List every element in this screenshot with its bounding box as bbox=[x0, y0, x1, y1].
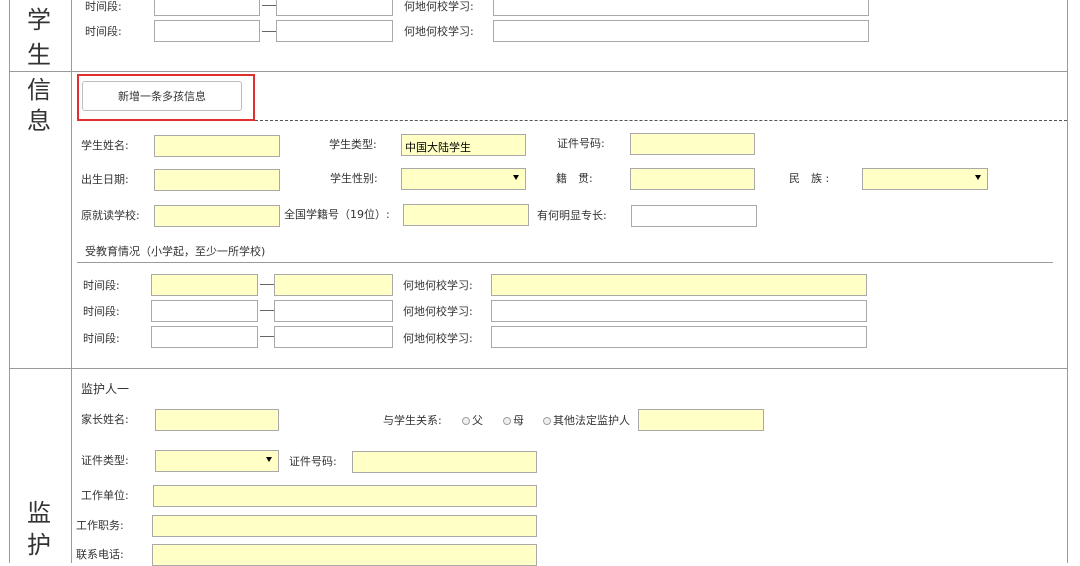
row-divider-guardian bbox=[9, 368, 1068, 369]
where-input[interactable] bbox=[491, 300, 867, 322]
talent-input[interactable] bbox=[631, 205, 757, 227]
period-end-input[interactable] bbox=[276, 20, 393, 42]
period-start-input[interactable] bbox=[151, 326, 258, 348]
section-label-char: 学 bbox=[27, 6, 51, 34]
column-divider bbox=[71, 0, 72, 563]
relation-father-label: 父 bbox=[472, 414, 483, 427]
period-dash bbox=[262, 31, 276, 32]
employer-input[interactable] bbox=[153, 485, 537, 507]
position-label: 工作职务: bbox=[76, 519, 124, 532]
period-dash bbox=[260, 284, 274, 285]
birth-date-label: 出生日期: bbox=[81, 173, 129, 186]
section-label-char: 息 bbox=[27, 107, 51, 135]
native-place-input[interactable] bbox=[630, 168, 755, 190]
period-dash bbox=[260, 310, 274, 311]
student-type-label: 学生类型: bbox=[329, 138, 377, 151]
highlight-frame bbox=[77, 74, 255, 121]
student-gender-select[interactable] bbox=[401, 168, 526, 190]
doc-number-label: 证件号码: bbox=[289, 455, 337, 468]
relation-mother-radio[interactable] bbox=[503, 417, 511, 425]
period-dash bbox=[260, 336, 274, 337]
chevron-down-icon bbox=[513, 175, 519, 180]
row-divider-top bbox=[9, 71, 1068, 72]
national-student-id-input[interactable] bbox=[403, 204, 529, 226]
period-start-input[interactable] bbox=[151, 274, 258, 296]
student-name-input[interactable] bbox=[154, 135, 280, 157]
where-label: 何地何校学习: bbox=[404, 0, 474, 13]
where-label: 何地何校学习: bbox=[404, 25, 474, 38]
section-label-char: 信 bbox=[27, 76, 51, 104]
where-input[interactable] bbox=[493, 20, 869, 42]
doc-type-select[interactable] bbox=[155, 450, 279, 472]
period-label: 时间段: bbox=[85, 25, 122, 38]
section-label-char: 生 bbox=[27, 41, 51, 69]
where-label: 何地何校学习: bbox=[403, 305, 473, 318]
former-school-label: 原就读学校: bbox=[81, 209, 140, 222]
period-label: 时间段: bbox=[85, 0, 122, 13]
right-border bbox=[1067, 0, 1068, 563]
period-end-input[interactable] bbox=[274, 326, 393, 348]
chevron-down-icon bbox=[975, 175, 981, 180]
period-end-input[interactable] bbox=[274, 300, 393, 322]
parent-name-label: 家长姓名: bbox=[81, 413, 129, 426]
student-name-label: 学生姓名: bbox=[81, 139, 129, 152]
position-input[interactable] bbox=[152, 515, 537, 537]
id-number-label: 证件号码: bbox=[557, 137, 605, 150]
dashed-separator bbox=[255, 120, 1067, 121]
relation-other-radio[interactable] bbox=[543, 417, 551, 425]
national-student-id-label: 全国学籍号（19位）: bbox=[284, 208, 390, 221]
where-input[interactable] bbox=[493, 0, 869, 16]
period-end-input[interactable] bbox=[274, 274, 393, 296]
other-guardian-input[interactable] bbox=[638, 409, 764, 431]
relation-other-label: 其他法定监护人 bbox=[553, 414, 630, 427]
student-type-select[interactable]: 中国大陆学生 bbox=[401, 134, 526, 156]
where-label: 何地何校学习: bbox=[403, 279, 473, 292]
employer-label: 工作单位: bbox=[81, 489, 129, 502]
period-start-input[interactable] bbox=[151, 300, 258, 322]
chevron-down-icon bbox=[266, 457, 272, 462]
period-start-input[interactable] bbox=[154, 20, 260, 42]
relation-father-radio[interactable] bbox=[462, 417, 470, 425]
phone-label: 联系电话: bbox=[76, 548, 124, 561]
education-divider bbox=[77, 262, 1053, 263]
student-gender-label: 学生性别: bbox=[330, 172, 378, 185]
education-title: 受教育情况（小学起，至少一所学校) bbox=[85, 245, 266, 258]
period-dash bbox=[262, 5, 276, 6]
birth-date-input[interactable] bbox=[154, 169, 280, 191]
period-label: 时间段: bbox=[83, 332, 120, 345]
former-school-input[interactable] bbox=[154, 205, 280, 227]
id-number-input[interactable] bbox=[630, 133, 755, 155]
guardian-title: 监护人一 bbox=[81, 382, 130, 396]
doc-type-label: 证件类型: bbox=[81, 454, 129, 467]
left-border bbox=[9, 0, 10, 563]
talent-label: 有何明显专长: bbox=[537, 209, 607, 222]
section-label-char: 护 bbox=[27, 531, 51, 559]
student-type-value: 中国大陆学生 bbox=[405, 141, 471, 154]
where-label: 何地何校学习: bbox=[403, 332, 473, 345]
where-input[interactable] bbox=[491, 326, 867, 348]
native-place-label: 籍 贯: bbox=[556, 172, 593, 185]
relation-mother-label: 母 bbox=[513, 414, 524, 427]
relation-label: 与学生关系: bbox=[383, 414, 442, 427]
doc-number-input[interactable] bbox=[352, 451, 537, 473]
where-input[interactable] bbox=[491, 274, 867, 296]
section-label-char: 监 bbox=[27, 499, 51, 527]
period-label: 时间段: bbox=[83, 305, 120, 318]
period-start-input[interactable] bbox=[154, 0, 260, 16]
period-label: 时间段: bbox=[83, 279, 120, 292]
ethnicity-select[interactable] bbox=[862, 168, 988, 190]
ethnicity-label: 民 族 : bbox=[789, 172, 830, 185]
parent-name-input[interactable] bbox=[155, 409, 279, 431]
period-end-input[interactable] bbox=[276, 0, 393, 16]
